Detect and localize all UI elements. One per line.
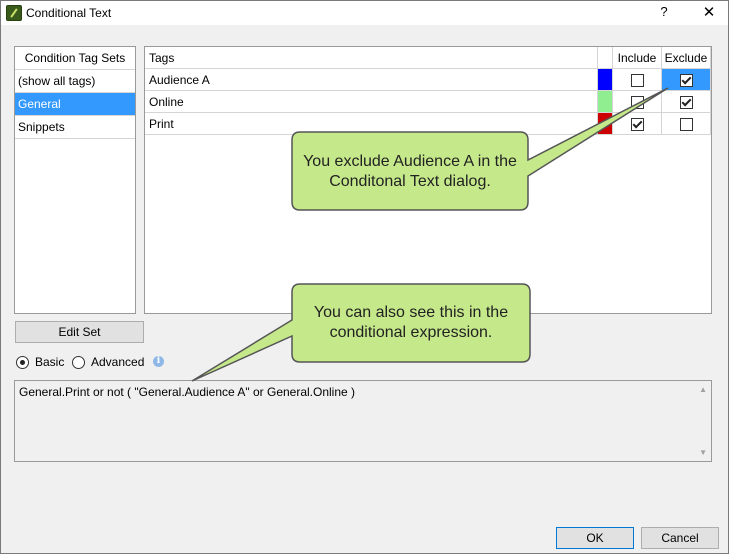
callout-bottom-text: You can also see this in the conditional… <box>313 304 509 341</box>
callout-top-text: You exclude Audience A in the Conditonal… <box>303 153 517 190</box>
callout-shapes <box>191 87 669 382</box>
